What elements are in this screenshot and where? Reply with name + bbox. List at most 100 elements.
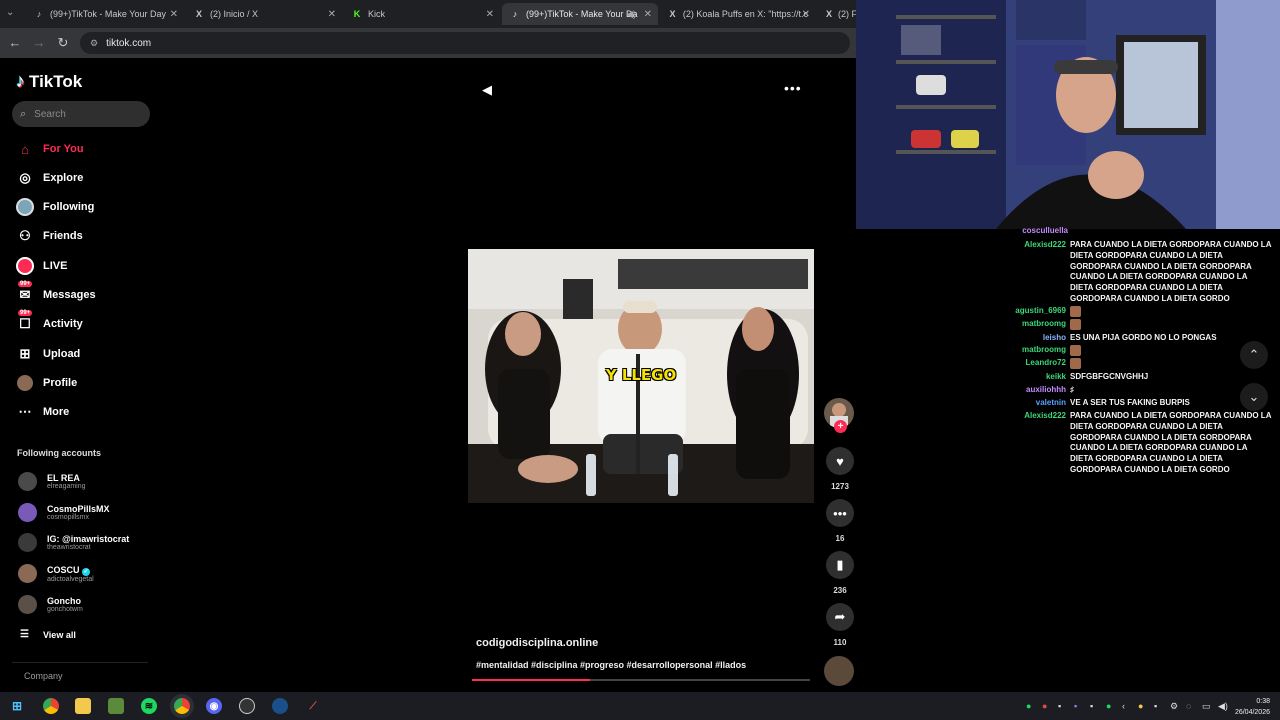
clock-time: 0:38	[1256, 698, 1270, 705]
following-account[interactable]: COSCU ✓ adictoalvegetal	[18, 564, 94, 583]
video-caption[interactable]: codigodisciplina.online	[476, 637, 598, 649]
chat-username[interactable]: cosculluella	[856, 226, 1068, 237]
nav-more[interactable]: ⋯ More	[16, 402, 70, 422]
tray-icon[interactable]: ▪	[1074, 701, 1077, 711]
tray-icon[interactable]: ▪	[1058, 701, 1061, 711]
close-icon[interactable]: ✕	[486, 9, 494, 20]
close-icon[interactable]: ✕	[644, 9, 652, 20]
view-all-link[interactable]: ☰ View all	[20, 629, 76, 640]
close-icon[interactable]: ✕	[802, 9, 810, 20]
nav-label: Following	[43, 201, 95, 213]
tab-search-icon[interactable]: ⌄	[6, 7, 14, 18]
chrome-icon[interactable]	[174, 698, 190, 714]
search-input[interactable]: ⌕ Search	[12, 101, 150, 127]
chat-username[interactable]: agustin_6969	[856, 306, 1066, 317]
record-tray-icon[interactable]: ●	[1042, 701, 1047, 711]
chat-username[interactable]: Alexisd222	[856, 411, 1066, 422]
tiktok-note-icon: ♪	[16, 71, 25, 91]
save-button[interactable]: ▮	[826, 551, 854, 579]
nav-for-you[interactable]: ⌂ For You	[16, 139, 83, 159]
tray-icon[interactable]: ▪	[1154, 701, 1157, 711]
close-icon[interactable]: ✕	[328, 9, 336, 20]
following-account[interactable]: EL REA elreagaming	[18, 472, 86, 491]
network-icon[interactable]: ▭	[1202, 701, 1211, 712]
chat-username[interactable]: leisho	[856, 333, 1066, 344]
more-options-icon[interactable]: •••	[784, 80, 802, 96]
windows-start-icon[interactable]: ⊞	[9, 698, 25, 714]
tray-icon[interactable]: ‹	[1122, 701, 1125, 711]
following-account[interactable]: IG: @imawristocrat theawristocrat	[18, 533, 129, 552]
tray-icon[interactable]: ●	[1138, 701, 1143, 711]
steam-icon[interactable]	[272, 698, 288, 714]
tray-icon[interactable]: ●	[1106, 701, 1111, 711]
video-player[interactable]: Y LLEGO	[468, 249, 814, 503]
nav-messages[interactable]: ✉ 99+ Messages	[16, 281, 96, 305]
obs-icon[interactable]	[239, 698, 255, 714]
nav-friends[interactable]: ⚇ Friends	[16, 226, 83, 246]
account-name: COSCU	[47, 564, 80, 575]
account-handle: gonchotwm	[47, 606, 83, 613]
chrome-icon[interactable]	[43, 698, 59, 714]
like-button[interactable]: ♥	[826, 447, 854, 475]
tab-x-koala[interactable]: X (2) Koala Puffs en X: "https://t.c ✕	[660, 3, 816, 25]
volume-tray-icon[interactable]: ◀)	[1218, 701, 1228, 712]
share-arrow-icon: ➦	[834, 609, 846, 624]
account-handle: cosmopillsmx	[47, 514, 90, 521]
discord-icon[interactable]: ◉	[206, 698, 222, 714]
nav-following[interactable]: Following	[16, 197, 94, 217]
tiktok-logo[interactable]: ♪ TikTok	[16, 71, 82, 92]
tray-icon[interactable]: ◌	[1186, 701, 1191, 711]
speaker-icon[interactable]: ◀)	[626, 9, 636, 20]
tab-kick[interactable]: K Kick ✕	[344, 3, 500, 25]
video-progress-bar[interactable]	[472, 679, 810, 681]
nav-activity[interactable]: ☐ 99+ Activity	[16, 310, 83, 334]
chat-username[interactable]: matbroomg	[856, 345, 1066, 356]
address-bar[interactable]: ⚙ tiktok.com	[80, 32, 850, 54]
x-icon: X	[195, 9, 202, 19]
follow-plus-icon[interactable]: +	[834, 420, 847, 433]
spotify-tray-icon[interactable]: ●	[1026, 701, 1031, 711]
tab-tiktok-active[interactable]: ♪ (99+)TikTok - Make Your Da ◀) ✕	[502, 3, 658, 25]
music-disc-avatar[interactable]	[824, 656, 854, 686]
back-icon[interactable]: ←	[7, 35, 23, 51]
company-link[interactable]: Company	[24, 671, 63, 681]
comment-button[interactable]: •••	[826, 499, 854, 527]
scroll-up-button[interactable]: ⌃	[1240, 341, 1268, 369]
chat-username[interactable]: Alexisd222	[856, 240, 1066, 251]
nav-profile[interactable]: Profile	[16, 373, 77, 393]
tab-tiktok-1[interactable]: ♪ (99+)TikTok - Make Your Day ✕	[26, 3, 184, 25]
chat-username[interactable]: matbroomg	[856, 319, 1066, 330]
scroll-down-button[interactable]: ⌄	[1240, 383, 1268, 411]
video-hashtags[interactable]: #mentalidad #disciplina #progreso #desar…	[476, 660, 746, 670]
tab-x-extra[interactable]: X (2) F	[818, 3, 856, 25]
forward-icon[interactable]: →	[31, 35, 47, 51]
tab-x-inicio[interactable]: X (2) Inicio / X ✕	[186, 3, 342, 25]
following-account[interactable]: CosmoPillsMX cosmopillsmx	[18, 503, 110, 522]
following-accounts-title: Following accounts	[17, 448, 102, 458]
chat-username[interactable]: valetnin	[856, 398, 1066, 409]
tray-icon[interactable]: ▪	[1090, 701, 1093, 711]
minecraft-icon[interactable]	[108, 698, 124, 714]
account-name: IG: @imawristocrat	[47, 534, 130, 544]
volume-icon[interactable]: ◀	[482, 82, 492, 98]
site-info-icon[interactable]: ⚙	[90, 38, 98, 49]
nav-explore[interactable]: ◎ Explore	[16, 168, 83, 188]
account-handle: theawristocrat	[47, 544, 91, 551]
activity-icon: ☐ 99+	[18, 310, 33, 331]
video-overlay-text: Y LLEGO	[605, 366, 677, 384]
spotify-icon[interactable]: ≋	[141, 698, 157, 714]
close-icon[interactable]: ✕	[170, 9, 178, 20]
file-explorer-icon[interactable]	[75, 698, 91, 714]
app-icon[interactable]: ⟋	[305, 698, 321, 714]
chat-username[interactable]: Leandro72	[856, 358, 1066, 369]
nav-upload[interactable]: ⊞ Upload	[16, 344, 81, 364]
system-clock[interactable]: 0:38 26/04/2026	[1234, 696, 1270, 718]
gear-icon[interactable]: ⚙	[1170, 701, 1178, 712]
home-icon: ⌂	[21, 141, 29, 157]
chat-username[interactable]: keikk	[856, 372, 1066, 383]
chat-username[interactable]: auxiliohhh	[856, 385, 1066, 396]
reload-icon[interactable]: ↻	[55, 35, 71, 51]
nav-live[interactable]: LIVE	[16, 256, 67, 276]
following-account[interactable]: Goncho gonchotwm	[18, 595, 83, 614]
share-button[interactable]: ➦	[826, 603, 854, 631]
